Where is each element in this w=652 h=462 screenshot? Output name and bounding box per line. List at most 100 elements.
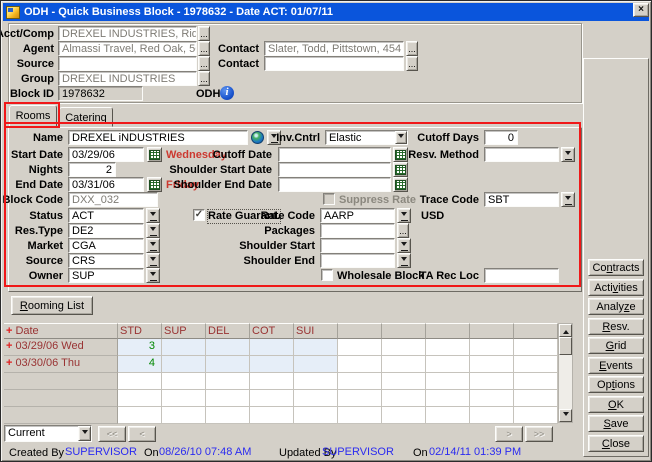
grid-column-header[interactable] xyxy=(514,323,558,339)
grid-cell[interactable] xyxy=(338,339,382,356)
res-type-field[interactable]: DE2 xyxy=(68,223,144,238)
close-icon[interactable]: × xyxy=(633,3,649,17)
contact1-field[interactable]: Slater, Todd, Pittstown, 454 752-0885 xyxy=(264,41,404,56)
grid-cell[interactable] xyxy=(162,390,206,407)
grid-cell[interactable] xyxy=(206,407,250,424)
shoulder-end-date-field[interactable] xyxy=(278,177,391,192)
grid-cell[interactable] xyxy=(514,339,558,356)
shoulder-start-field[interactable] xyxy=(320,238,395,253)
side-button-resv[interactable]: Resv. xyxy=(588,318,644,335)
grid-cell[interactable] xyxy=(382,390,426,407)
grid-column-header[interactable]: SUP xyxy=(162,323,206,339)
owner-lov-button[interactable] xyxy=(146,268,160,283)
grid-column-header[interactable] xyxy=(470,323,514,339)
status-field[interactable]: ACT xyxy=(68,208,144,223)
grid-column-header[interactable]: DEL xyxy=(206,323,250,339)
market-field[interactable]: CGA xyxy=(68,238,144,253)
agent-field[interactable]: Almassi Travel, Red Oak, 564 895-7954 xyxy=(58,41,197,56)
shoulder-start-lov-button[interactable] xyxy=(397,238,411,253)
view-select-dropdown-icon[interactable] xyxy=(78,426,91,441)
nav-first-button[interactable]: << xyxy=(98,426,126,442)
grid-cell[interactable] xyxy=(470,407,514,424)
cutoff-days-field[interactable]: 0 xyxy=(484,130,518,145)
grid-cell[interactable] xyxy=(118,390,162,407)
grid-cell[interactable] xyxy=(514,390,558,407)
grid-date-cell[interactable] xyxy=(4,407,118,424)
grid-cell[interactable] xyxy=(162,407,206,424)
grid-date-cell[interactable]: +03/29/06 Wed xyxy=(4,339,118,356)
grid-cell[interactable] xyxy=(514,373,558,390)
status-lov-button[interactable] xyxy=(146,208,160,223)
tab-catering[interactable]: Catering xyxy=(59,107,113,127)
grid-cell[interactable] xyxy=(118,407,162,424)
grid-date-cell[interactable] xyxy=(4,373,118,390)
grid-cell[interactable] xyxy=(294,339,338,356)
grid-cell[interactable] xyxy=(250,356,294,373)
grid-cell[interactable] xyxy=(162,339,206,356)
grid-column-header[interactable]: +Date xyxy=(4,323,118,339)
ta-rec-loc-field[interactable] xyxy=(484,268,559,283)
wholesale-block-checkbox[interactable] xyxy=(321,269,333,281)
acct-comp-field[interactable]: DREXEL INDUSTRIES, Ridgeland, 564 52 xyxy=(58,26,197,41)
packages-lookup-button[interactable]: ... xyxy=(397,223,409,238)
contact1-lookup-button[interactable]: ... xyxy=(406,41,418,56)
title-bar[interactable]: ODH - Quick Business Block - 1978632 - D… xyxy=(3,3,649,21)
source2-field[interactable]: CRS xyxy=(68,253,144,268)
rate-guarant-checkbox[interactable]: ✓ xyxy=(193,209,205,221)
packages-field[interactable] xyxy=(320,223,395,238)
grid-cell[interactable]: 4 xyxy=(118,356,162,373)
grid-column-header[interactable]: SUI xyxy=(294,323,338,339)
source-lookup-button[interactable]: ... xyxy=(198,56,210,71)
grid-column-header[interactable] xyxy=(426,323,470,339)
resv-method-field[interactable] xyxy=(484,147,559,162)
side-button-save[interactable]: Save xyxy=(588,415,644,432)
grid-cell[interactable] xyxy=(294,407,338,424)
info-icon[interactable]: i xyxy=(220,86,234,100)
grid-cell[interactable] xyxy=(426,339,470,356)
grid-cell[interactable] xyxy=(206,339,250,356)
grid-cell[interactable] xyxy=(294,373,338,390)
grid-cell[interactable] xyxy=(470,390,514,407)
cutoff-date-calendar-button[interactable] xyxy=(393,147,408,162)
inv-cntrl-dropdown-icon[interactable] xyxy=(395,131,407,144)
res-type-lov-button[interactable] xyxy=(146,223,160,238)
grid-cell[interactable] xyxy=(338,356,382,373)
nights-field[interactable]: 2 xyxy=(68,162,116,177)
grid-cell[interactable] xyxy=(514,356,558,373)
grid-column-header[interactable]: COT xyxy=(250,323,294,339)
side-button-contracts[interactable]: Contracts xyxy=(588,259,644,276)
grid-cell[interactable] xyxy=(338,407,382,424)
cutoff-date-field[interactable] xyxy=(278,147,391,162)
grid-cell[interactable] xyxy=(382,339,426,356)
nav-next-button[interactable]: > xyxy=(495,426,523,442)
side-button-analyze[interactable]: Analyze xyxy=(588,298,644,315)
trace-code-field[interactable]: SBT xyxy=(484,192,559,207)
shoulder-start-date-field[interactable] xyxy=(278,162,391,177)
grid-cell[interactable] xyxy=(206,356,250,373)
contact2-lookup-button[interactable]: ... xyxy=(406,56,418,71)
shoulder-end-field[interactable] xyxy=(320,253,395,268)
grid-date-cell[interactable] xyxy=(4,390,118,407)
source2-lov-button[interactable] xyxy=(146,253,160,268)
side-button-events[interactable]: Events xyxy=(588,357,644,374)
grid-scrollbar[interactable] xyxy=(558,323,573,423)
start-date-calendar-button[interactable] xyxy=(147,147,162,162)
scroll-down-icon[interactable] xyxy=(559,409,572,422)
scroll-thumb[interactable] xyxy=(559,337,572,355)
grid-cell[interactable] xyxy=(470,373,514,390)
rate-code-lov-button[interactable] xyxy=(397,208,411,223)
trace-code-lov-button[interactable] xyxy=(561,192,575,207)
grid-cell[interactable] xyxy=(162,356,206,373)
grid-cell[interactable] xyxy=(470,356,514,373)
grid-cell[interactable] xyxy=(426,373,470,390)
start-date-field[interactable]: 03/29/06 xyxy=(68,147,144,162)
scroll-up-icon[interactable] xyxy=(559,324,572,337)
grid-cell[interactable] xyxy=(250,339,294,356)
market-lov-button[interactable] xyxy=(146,238,160,253)
tab-rooms[interactable]: Rooms xyxy=(9,105,57,128)
grid-cell[interactable] xyxy=(382,407,426,424)
grid-cell[interactable] xyxy=(426,356,470,373)
agent-lookup-button[interactable]: ... xyxy=(198,41,210,56)
side-button-ok[interactable]: OK xyxy=(588,396,644,413)
group-lookup-button[interactable]: ... xyxy=(198,71,210,86)
